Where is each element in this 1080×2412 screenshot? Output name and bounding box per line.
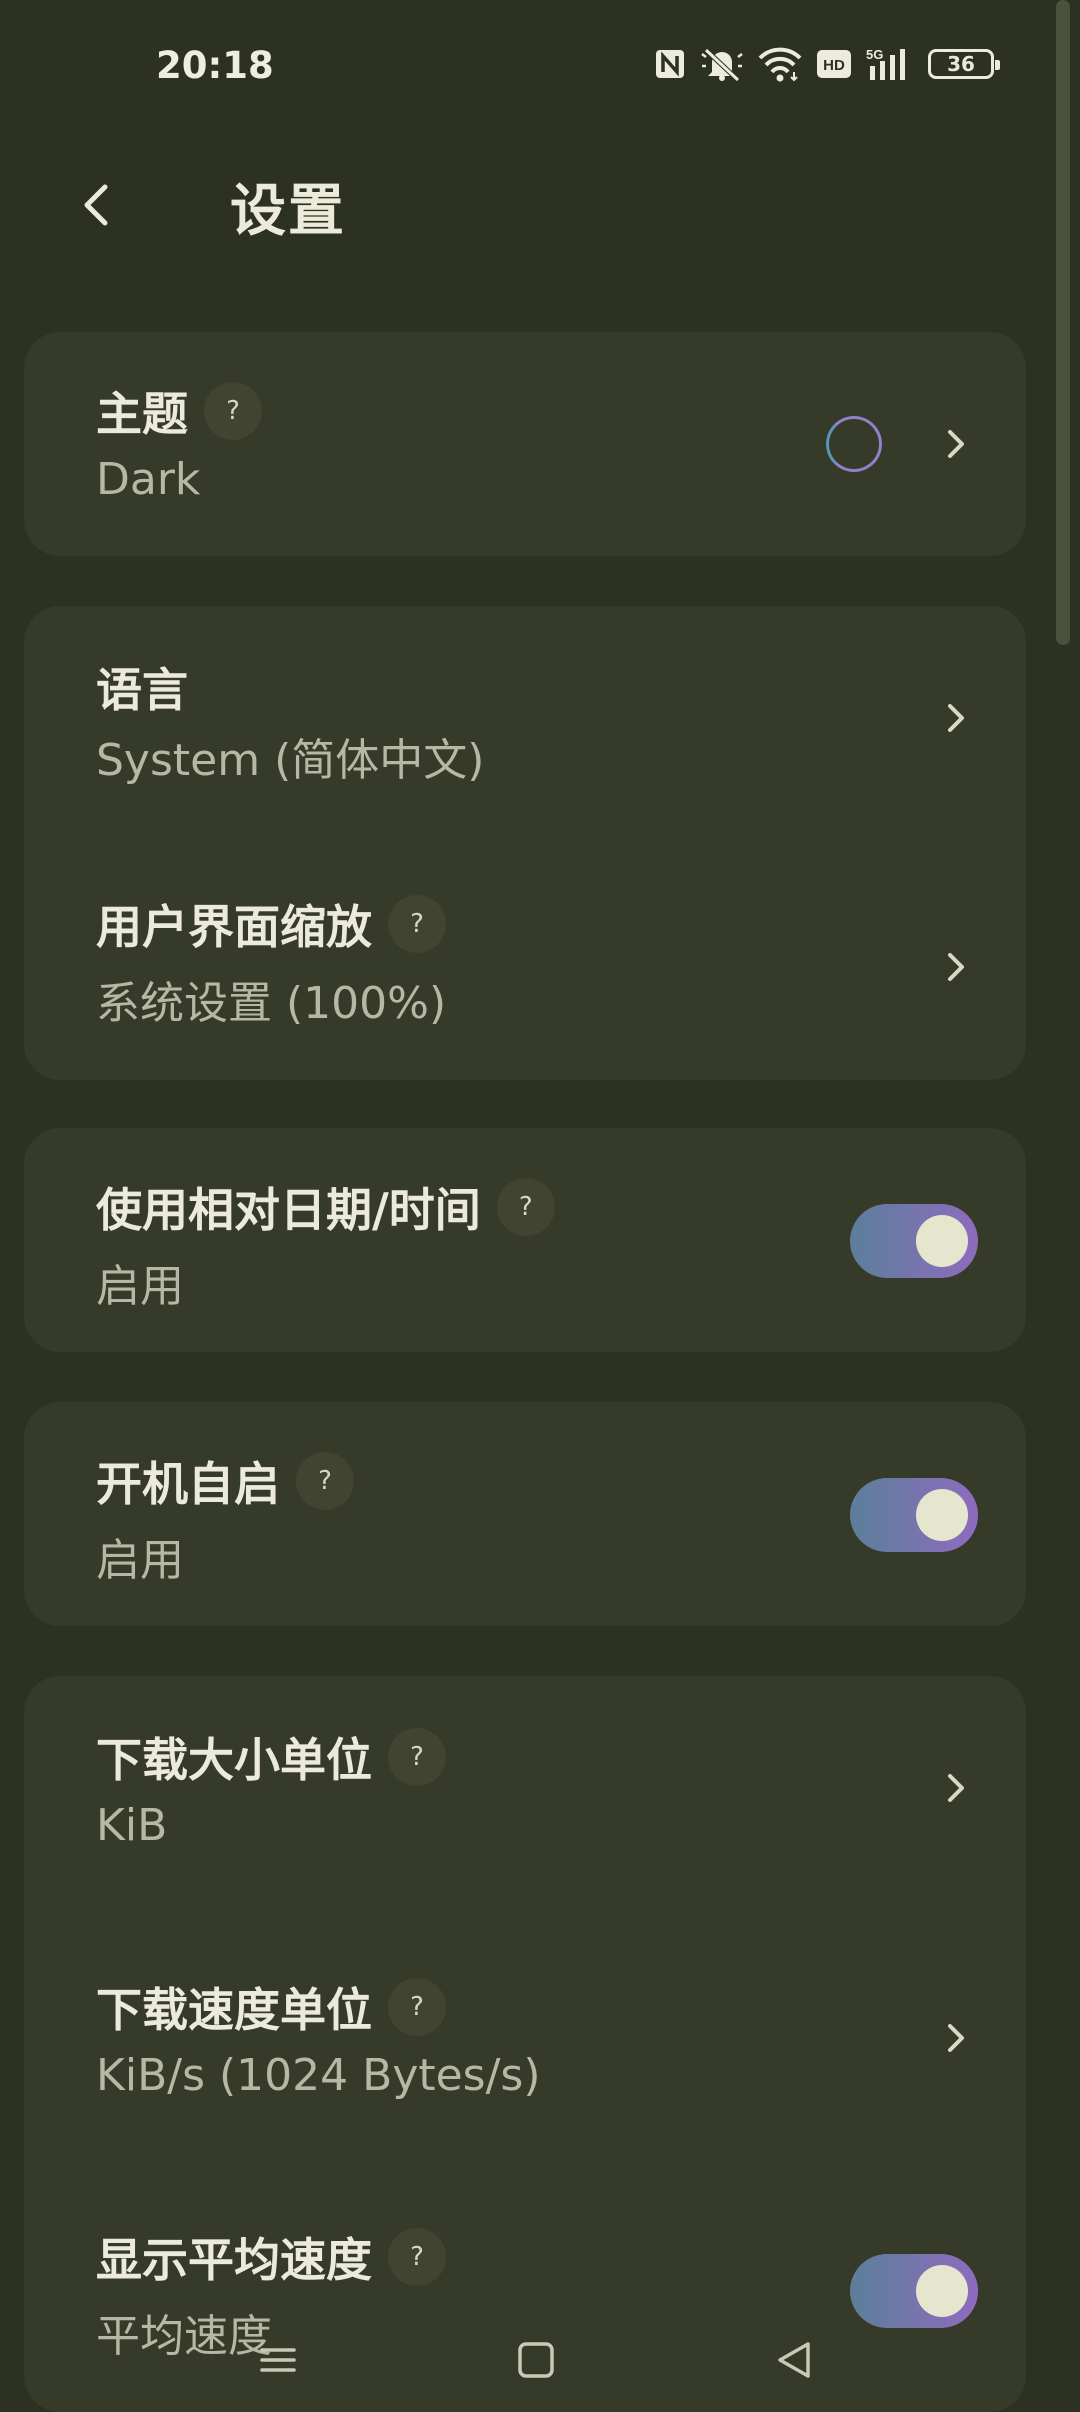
relative-date-setting[interactable]: 使用相对日期/时间 ? 启用	[24, 1128, 1026, 1352]
setting-title: 下载速度单位	[96, 1983, 372, 2037]
help-button[interactable]: ?	[388, 2228, 446, 2286]
relative-date-toggle[interactable]	[850, 1204, 978, 1278]
help-button[interactable]: ?	[204, 382, 262, 440]
scrollbar[interactable]	[1056, 0, 1070, 645]
setting-value: System (简体中文)	[96, 735, 485, 786]
5g-signal-icon: 5G	[866, 46, 914, 82]
home-square-icon	[518, 2342, 554, 2378]
theme-color-indicator	[826, 416, 882, 472]
toggle-knob	[916, 1489, 968, 1541]
hd-icon: HD	[816, 49, 852, 79]
help-button[interactable]: ?	[388, 1728, 446, 1786]
nfc-icon	[654, 48, 686, 80]
page-title: 设置	[230, 179, 346, 244]
setting-value: Dark	[96, 454, 201, 505]
setting-value: 启用	[96, 1261, 184, 1312]
display-card: 语言 System (简体中文) 用户界面缩放 ? 系统设置 (100%)	[24, 606, 1026, 1080]
theme-setting[interactable]: 主题 ? Dark	[24, 332, 1026, 556]
chevron-right-icon	[936, 2018, 976, 2058]
autostart-toggle[interactable]	[850, 1478, 978, 1552]
language-setting[interactable]: 语言 System (简体中文)	[24, 606, 1026, 843]
help-button[interactable]: ?	[388, 1978, 446, 2036]
theme-card: 主题 ? Dark	[24, 332, 1026, 556]
back-button[interactable]	[62, 170, 132, 240]
ui-scale-setting[interactable]: 用户界面缩放 ? 系统设置 (100%)	[24, 843, 1026, 1080]
setting-title: 显示平均速度	[96, 2233, 372, 2287]
help-button[interactable]: ?	[296, 1452, 354, 1510]
setting-value: KiB/s (1024 Bytes/s)	[96, 2050, 541, 2101]
app-bar: 设置	[0, 140, 1080, 260]
recents-button[interactable]	[248, 2330, 308, 2390]
battery-level: 36	[947, 52, 975, 76]
mute-icon	[700, 46, 744, 82]
download-size-unit-setting[interactable]: 下载大小单位 ? KiB	[24, 1676, 1026, 1926]
download-speed-unit-setting[interactable]: 下载速度单位 ? KiB/s (1024 Bytes/s)	[24, 1926, 1026, 2176]
status-bar: 20:18 HD 5G 36	[0, 0, 1080, 140]
chevron-right-icon	[936, 1768, 976, 1808]
wifi-icon	[758, 46, 802, 82]
chevron-right-icon	[936, 698, 976, 738]
setting-value: 启用	[96, 1535, 184, 1586]
menu-icon	[260, 2348, 296, 2372]
battery-icon: 36	[928, 49, 1000, 79]
setting-title: 用户界面缩放	[96, 900, 372, 954]
home-button[interactable]	[506, 2330, 566, 2390]
help-button[interactable]: ?	[496, 1178, 555, 1236]
help-button[interactable]: ?	[388, 895, 446, 953]
autostart-setting[interactable]: 开机自启 ? 启用	[24, 1402, 1026, 1626]
setting-title: 开机自启	[96, 1457, 280, 1511]
navigation-bar	[0, 2300, 1080, 2412]
back-arrow-icon	[84, 184, 108, 226]
autostart-card: 开机自启 ? 启用	[24, 1402, 1026, 1626]
toggle-knob	[916, 1215, 968, 1267]
back-nav-button[interactable]	[764, 2330, 824, 2390]
setting-value: KiB	[96, 1800, 168, 1851]
setting-title: 主题	[96, 387, 188, 441]
back-triangle-icon	[778, 2342, 810, 2378]
svg-text:HD: HD	[823, 57, 845, 74]
setting-value: 系统设置 (100%)	[96, 978, 447, 1029]
relative-date-card: 使用相对日期/时间 ? 启用	[24, 1128, 1026, 1352]
status-icons: HD 5G 36	[654, 46, 1000, 82]
setting-title: 语言	[96, 663, 188, 717]
status-time: 20:18	[156, 44, 274, 87]
svg-text:5G: 5G	[866, 47, 883, 62]
setting-title: 使用相对日期/时间	[96, 1183, 481, 1237]
chevron-right-icon	[936, 947, 976, 987]
setting-title: 下载大小单位	[96, 1733, 372, 1787]
chevron-right-icon	[936, 424, 976, 464]
